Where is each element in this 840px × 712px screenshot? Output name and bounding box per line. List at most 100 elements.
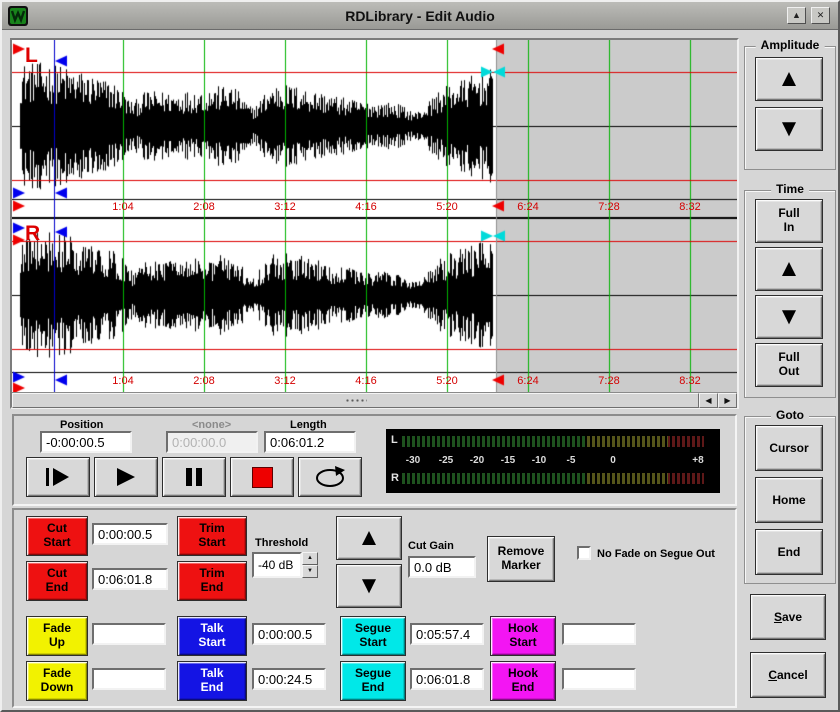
threshold-spin-up-button[interactable]: ▲ — [302, 552, 318, 565]
right-channel-label: R — [25, 222, 40, 246]
amplitude-down-button[interactable]: ▼ — [755, 107, 823, 151]
hook-end-button[interactable]: Hook End — [490, 661, 556, 701]
meter-scale-label: -15 — [501, 455, 515, 466]
edit-audio-window: RDLibrary - Edit Audio ▲ ✕ L R 1:04 2:08… — [0, 0, 840, 712]
meter-scale-label: -20 — [470, 455, 484, 466]
time-label: 6:24 — [508, 375, 548, 387]
goto-cursor-button[interactable]: Cursor — [755, 425, 823, 471]
talk-start-button[interactable]: Talk Start — [177, 616, 247, 656]
pause-button[interactable] — [162, 457, 226, 497]
full-in-button[interactable]: Full In — [755, 199, 823, 243]
position-field[interactable] — [40, 431, 132, 453]
fade-down-button[interactable]: Fade Down — [26, 661, 88, 701]
scrollbar-left-button[interactable]: ◀ — [699, 393, 718, 408]
goto-end-button[interactable]: End — [755, 529, 823, 575]
stop-button[interactable] — [230, 457, 294, 497]
time-label: 5:20 — [427, 375, 467, 387]
threshold-label: Threshold — [255, 537, 308, 549]
scrollbar-grip-icon — [345, 398, 367, 404]
meter-scale-label: -25 — [439, 455, 453, 466]
stop-icon — [252, 467, 273, 488]
position-label: Position — [60, 419, 103, 431]
meter-scale-label: -10 — [532, 455, 546, 466]
cut-start-field[interactable] — [92, 523, 168, 545]
talk-end-button[interactable]: Talk End — [177, 661, 247, 701]
threshold-spinbox: ▲ ▼ — [252, 552, 318, 578]
fade-down-field[interactable] — [92, 668, 166, 690]
cut-gain-field[interactable] — [408, 556, 476, 578]
loop-button[interactable] — [298, 457, 362, 497]
time-label: 8:32 — [670, 375, 710, 387]
scrollbar-thumb[interactable] — [12, 393, 699, 408]
time-label: 2:08 — [184, 375, 224, 387]
waveform-scrollbar[interactable]: ◀ ▶ — [12, 392, 737, 407]
time-group-title: Time — [771, 182, 809, 196]
time-zoom-in-button[interactable]: ▲ — [755, 247, 823, 291]
play-button[interactable] — [94, 457, 158, 497]
waveform-canvas[interactable] — [12, 40, 737, 392]
time-zoom-out-button[interactable]: ▼ — [755, 295, 823, 339]
time-label: 1:04 — [103, 201, 143, 213]
fade-up-field[interactable] — [92, 623, 166, 645]
fade-up-button[interactable]: Fade Up — [26, 616, 88, 656]
play-from-start-button[interactable] — [26, 457, 90, 497]
hook-end-field[interactable] — [562, 668, 636, 690]
hook-start-button[interactable]: Hook Start — [490, 616, 556, 656]
gain-up-button[interactable]: ▲ — [336, 516, 402, 560]
goto-group-title: Goto — [771, 408, 809, 422]
pause-icon — [184, 467, 204, 487]
up-arrow-icon: ▲ — [777, 67, 801, 91]
time-label: 6:24 — [508, 201, 548, 213]
titlebar: RDLibrary - Edit Audio ▲ ✕ — [2, 2, 838, 30]
down-arrow-icon: ▼ — [777, 117, 801, 141]
length-label: Length — [290, 419, 327, 431]
marker-name-label: <none> — [192, 419, 231, 431]
meter-bar-right — [402, 473, 704, 484]
meter-right-label: R — [391, 472, 399, 484]
length-field[interactable] — [264, 431, 356, 453]
gain-down-button[interactable]: ▼ — [336, 564, 402, 608]
hook-start-field[interactable] — [562, 623, 636, 645]
play-icon — [115, 467, 137, 487]
cut-gain-label: Cut Gain — [408, 540, 454, 552]
save-button[interactable]: Save — [750, 594, 826, 640]
goto-group: Goto Cursor Home End — [744, 416, 836, 584]
remove-marker-button[interactable]: Remove Marker — [487, 536, 555, 582]
no-fade-label: No Fade on Segue Out — [597, 548, 715, 560]
transport-panel: Position <none> Length — [12, 414, 737, 506]
cut-end-field[interactable] — [92, 568, 168, 590]
up-arrow-icon: ▲ — [357, 526, 381, 550]
segue-end-button[interactable]: Segue End — [340, 661, 406, 701]
full-out-button[interactable]: Full Out — [755, 343, 823, 387]
down-arrow-icon: ▼ — [777, 305, 801, 329]
close-button[interactable]: ✕ — [811, 7, 830, 24]
talk-end-field[interactable] — [252, 668, 326, 690]
goto-home-button[interactable]: Home — [755, 477, 823, 523]
marker-position-field — [166, 431, 258, 453]
cancel-button[interactable]: Cancel — [750, 652, 826, 698]
threshold-spin-down-button[interactable]: ▼ — [302, 565, 318, 578]
scrollbar-right-button[interactable]: ▶ — [718, 393, 737, 408]
time-label: 5:20 — [427, 201, 467, 213]
time-label: 7:28 — [589, 375, 629, 387]
segue-start-field[interactable] — [410, 623, 484, 645]
segue-start-button[interactable]: Segue Start — [340, 616, 406, 656]
cut-end-button[interactable]: Cut End — [26, 561, 88, 601]
cut-start-button[interactable]: Cut Start — [26, 516, 88, 556]
cancel-button-label: Cancel — [768, 668, 807, 682]
up-arrow-icon: ▲ — [777, 257, 801, 281]
time-label: 4:16 — [346, 201, 386, 213]
segue-end-field[interactable] — [410, 668, 484, 690]
trim-start-button[interactable]: Trim Start — [177, 516, 247, 556]
meter-scale-label: -5 — [567, 455, 576, 466]
play-from-start-icon — [45, 467, 71, 487]
loop-icon — [312, 465, 348, 489]
time-label: 4:16 — [346, 375, 386, 387]
waveform-panel: L R 1:04 2:08 3:12 4:16 5:20 6:24 7:28 8… — [10, 38, 739, 409]
trim-end-button[interactable]: Trim End — [177, 561, 247, 601]
threshold-input[interactable] — [252, 552, 302, 578]
no-fade-checkbox[interactable] — [577, 546, 591, 560]
amplitude-up-button[interactable]: ▲ — [755, 57, 823, 101]
talk-start-field[interactable] — [252, 623, 326, 645]
shade-button[interactable]: ▲ — [787, 7, 806, 24]
